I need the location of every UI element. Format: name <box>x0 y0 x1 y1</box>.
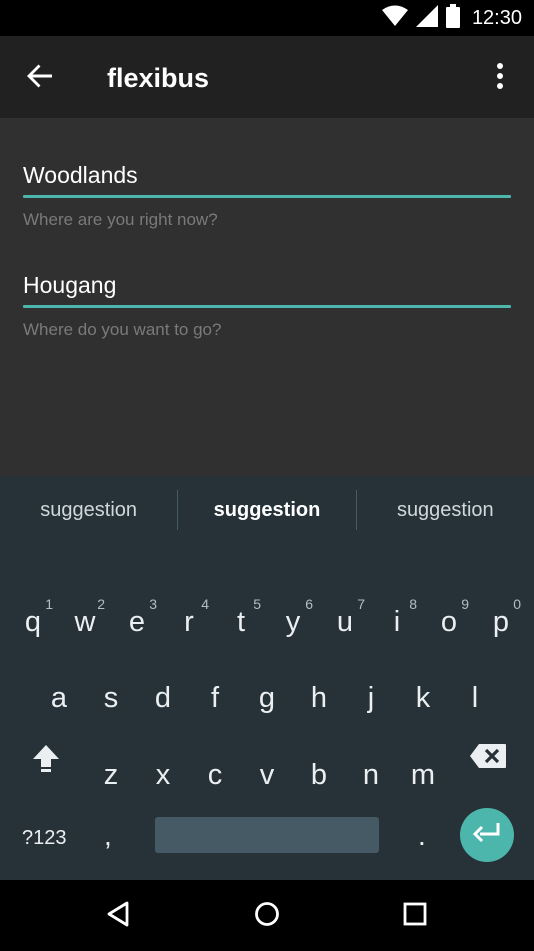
key-d[interactable]: d <box>137 642 189 718</box>
wifi-icon <box>381 5 408 32</box>
key-label: b <box>310 759 328 791</box>
enter-return-icon <box>472 821 502 850</box>
origin-input[interactable]: Woodlands <box>23 155 511 195</box>
key-n[interactable]: n <box>345 719 397 795</box>
destination-hint: Where do you want to go? <box>23 320 222 339</box>
destination-underline <box>23 305 511 308</box>
key-c[interactable]: c <box>189 719 241 795</box>
key-number-hint: 6 <box>305 596 313 612</box>
key-k[interactable]: k <box>397 642 449 718</box>
key-g[interactable]: g <box>241 642 293 718</box>
key-f[interactable]: f <box>189 642 241 718</box>
key-number-hint: 0 <box>513 596 521 612</box>
key-label: j <box>367 682 375 714</box>
key-h[interactable]: h <box>293 642 345 718</box>
key-label: n <box>362 759 380 791</box>
key-number-hint: 8 <box>409 596 417 612</box>
status-bar: 12:30 <box>0 0 534 36</box>
home-circle-icon <box>253 900 281 933</box>
status-time: 12:30 <box>471 6 522 29</box>
key-label: k <box>415 682 431 714</box>
key-label: d <box>154 682 172 714</box>
nav-back-button[interactable] <box>94 892 142 940</box>
destination-input[interactable]: Hougang <box>23 265 511 305</box>
key-label: h <box>310 682 328 714</box>
key-i[interactable]: i8 <box>371 566 423 642</box>
status-icons: 12:30 <box>381 3 522 33</box>
key-e[interactable]: e3 <box>111 566 163 642</box>
origin-hint: Where are you right now? <box>23 210 218 229</box>
shift-key[interactable] <box>26 740 66 780</box>
suggestion-right[interactable]: suggestion <box>357 499 534 522</box>
key-number-hint: 3 <box>149 596 157 612</box>
origin-field-group: Woodlands Where are you right now? <box>23 155 511 230</box>
key-number-hint: 5 <box>253 596 261 612</box>
signal-icon <box>415 4 438 32</box>
key-label: m <box>410 759 436 791</box>
symbols-key[interactable]: ?123 <box>22 827 67 850</box>
trip-form: Woodlands Where are you right now? Houga… <box>0 118 534 476</box>
key-x[interactable]: x <box>137 719 189 795</box>
key-j[interactable]: j <box>345 642 397 718</box>
space-key[interactable] <box>155 817 379 853</box>
soft-keyboard: ?123 , . q1w2e3r4t5y6u7i8o9p0 a s d f g h j k l z x… <box>0 544 534 880</box>
destination-field-group: Hougang Where do you want to go? <box>23 265 511 340</box>
key-label: x <box>155 759 171 791</box>
app-bar: flexibus <box>0 36 534 118</box>
app-title: flexibus <box>107 63 210 93</box>
back-triangle-icon <box>105 900 131 933</box>
key-y[interactable]: y6 <box>267 566 319 642</box>
key-number-hint: 4 <box>201 596 209 612</box>
key-t[interactable]: t5 <box>215 566 267 642</box>
period-key[interactable]: . <box>418 820 426 852</box>
key-a[interactable]: a <box>33 642 85 718</box>
overflow-menu-button[interactable] <box>482 56 518 100</box>
key-label: l <box>471 682 479 714</box>
key-number-hint: 7 <box>357 596 365 612</box>
key-z[interactable]: z <box>85 719 137 795</box>
enter-key[interactable] <box>460 808 514 862</box>
system-nav-bar <box>0 880 534 951</box>
key-w[interactable]: w2 <box>59 566 111 642</box>
key-label: a <box>50 682 68 714</box>
key-u[interactable]: u7 <box>319 566 371 642</box>
key-l[interactable]: l <box>449 642 501 718</box>
suggestion-middle[interactable]: suggestion <box>178 499 355 522</box>
key-b[interactable]: b <box>293 719 345 795</box>
key-q[interactable]: q1 <box>7 566 59 642</box>
key-label: g <box>258 682 276 714</box>
suggestion-left[interactable]: suggestion <box>0 499 177 522</box>
key-o[interactable]: o9 <box>423 566 475 642</box>
back-button[interactable] <box>18 56 62 100</box>
origin-underline <box>23 195 511 198</box>
arrow-back-icon <box>26 62 54 95</box>
backspace-icon <box>469 743 507 774</box>
key-number-hint: 2 <box>97 596 105 612</box>
key-label: z <box>103 759 119 791</box>
key-label: c <box>207 759 223 791</box>
key-label: v <box>259 759 275 791</box>
key-label: s <box>103 682 119 714</box>
recents-square-icon <box>402 901 428 932</box>
key-number-hint: 9 <box>461 596 469 612</box>
key-v[interactable]: v <box>241 719 293 795</box>
key-m[interactable]: m <box>397 719 449 795</box>
suggestion-strip: suggestion suggestion suggestion <box>0 476 534 544</box>
key-number-hint: 1 <box>45 596 53 612</box>
key-label: f <box>210 682 220 714</box>
shift-arrow-icon <box>32 743 60 778</box>
key-s[interactable]: s <box>85 642 137 718</box>
key-r[interactable]: r4 <box>163 566 215 642</box>
comma-key[interactable]: , <box>104 820 112 852</box>
nav-home-button[interactable] <box>243 892 291 940</box>
more-vert-icon <box>496 62 504 95</box>
delete-key[interactable] <box>466 742 510 774</box>
nav-recents-button[interactable] <box>391 892 439 940</box>
battery-icon <box>445 3 460 33</box>
key-p[interactable]: p0 <box>475 566 527 642</box>
